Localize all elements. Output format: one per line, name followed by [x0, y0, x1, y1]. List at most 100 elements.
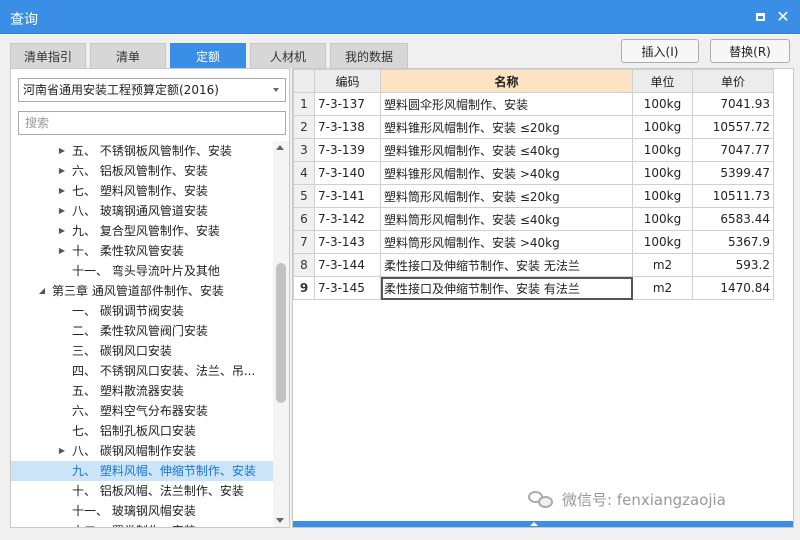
- name-cell[interactable]: 柔性接口及伸缩节制作、安装 无法兰: [380, 253, 633, 277]
- replace-button[interactable]: 替换(R): [710, 39, 790, 63]
- collapsed-arrow-icon[interactable]: ▶: [57, 241, 67, 261]
- tree-item[interactable]: 十一、 弯头导流叶片及其他: [11, 261, 273, 281]
- price-cell[interactable]: 10511.73: [692, 184, 774, 208]
- table-row[interactable]: 4 7-3-140 塑料锥形风帽制作、安装 >40kg 100kg 5399.47: [293, 161, 774, 185]
- row-number-cell[interactable]: 7: [293, 230, 315, 254]
- col-header-code[interactable]: 编码: [314, 69, 381, 93]
- tree-item[interactable]: ▶ 八、 玻璃钢通风管道安装: [11, 201, 273, 221]
- row-number-cell[interactable]: 8: [293, 253, 315, 277]
- maximize-icon[interactable]: [752, 9, 768, 25]
- collapsed-arrow-icon[interactable]: ▶: [57, 201, 67, 221]
- insert-button[interactable]: 插入(I): [621, 39, 699, 63]
- tree-item[interactable]: 一、 碳钢调节阀安装: [11, 301, 273, 321]
- unit-cell[interactable]: 100kg: [632, 207, 693, 231]
- tree-item[interactable]: 四、 不锈钢风口安装、法兰、吊...: [11, 361, 273, 381]
- search-input[interactable]: [18, 111, 286, 135]
- tree-item[interactable]: ▶ 五、 不锈钢板风管制作、安装: [11, 141, 273, 161]
- code-cell[interactable]: 7-3-137: [314, 92, 381, 116]
- table-row[interactable]: 8 7-3-144 柔性接口及伸缩节制作、安装 无法兰 m2 593.2: [293, 253, 774, 277]
- tab-labor-material-machine[interactable]: 人材机: [250, 43, 326, 68]
- collapsed-arrow-icon[interactable]: ▶: [57, 221, 67, 241]
- collapsed-arrow-icon[interactable]: ▶: [57, 181, 67, 201]
- table-row[interactable]: 6 7-3-142 塑料筒形风帽制作、安装 ≤40kg 100kg 6583.44: [293, 207, 774, 231]
- expanded-arrow-icon[interactable]: ◢: [37, 281, 47, 301]
- code-cell[interactable]: 7-3-141: [314, 184, 381, 208]
- table-row[interactable]: 2 7-3-138 塑料锥形风帽制作、安装 ≤20kg 100kg 10557.72: [293, 115, 774, 139]
- row-number-cell[interactable]: 9: [293, 276, 315, 300]
- scroll-down-icon[interactable]: [276, 518, 284, 523]
- tree-item[interactable]: ◢ 第三章 通风管道部件制作、安装: [11, 281, 273, 301]
- price-cell[interactable]: 10557.72: [692, 115, 774, 139]
- unit-cell[interactable]: 100kg: [632, 184, 693, 208]
- tree-item[interactable]: 十二、 罩类制作、安装: [11, 521, 273, 527]
- code-cell[interactable]: 7-3-144: [314, 253, 381, 277]
- table-row[interactable]: 3 7-3-139 塑料锥形风帽制作、安装 ≤40kg 100kg 7047.77: [293, 138, 774, 162]
- code-cell[interactable]: 7-3-143: [314, 230, 381, 254]
- col-header-unit[interactable]: 单位: [632, 69, 693, 93]
- tree-item[interactable]: 七、 铝制孔板风口安装: [11, 421, 273, 441]
- tree-item[interactable]: 十一、 玻璃钢风帽安装: [11, 501, 273, 521]
- unit-cell[interactable]: 100kg: [632, 230, 693, 254]
- unit-cell[interactable]: 100kg: [632, 115, 693, 139]
- name-cell[interactable]: 塑料锥形风帽制作、安装 ≤40kg: [380, 138, 633, 162]
- tree-item[interactable]: ▶ 六、 铝板风管制作、安装: [11, 161, 273, 181]
- collapsed-arrow-icon[interactable]: ▶: [57, 441, 67, 461]
- tab-bill[interactable]: 清单: [90, 43, 166, 68]
- col-header-price[interactable]: 单价: [692, 69, 774, 93]
- name-cell[interactable]: 塑料筒形风帽制作、安装 >40kg: [380, 230, 633, 254]
- tree-scrollbar[interactable]: [273, 141, 289, 527]
- tab-quota[interactable]: 定额: [170, 43, 246, 68]
- col-header-name[interactable]: 名称: [380, 69, 633, 93]
- name-cell[interactable]: 柔性接口及伸缩节制作、安装 有法兰: [380, 276, 633, 300]
- tree-item[interactable]: ▶ 七、 塑料风管制作、安装: [11, 181, 273, 201]
- table-row[interactable]: 1 7-3-137 塑料圆伞形风帽制作、安装 100kg 7041.93: [293, 92, 774, 116]
- tree-item[interactable]: 九、 塑料风帽、伸缩节制作、安装: [11, 461, 273, 481]
- name-cell[interactable]: 塑料锥形风帽制作、安装 >40kg: [380, 161, 633, 185]
- scroll-thumb[interactable]: [276, 263, 286, 403]
- code-cell[interactable]: 7-3-145: [314, 276, 381, 300]
- close-icon[interactable]: ✕: [775, 9, 791, 25]
- row-number-cell[interactable]: 2: [293, 115, 315, 139]
- name-cell[interactable]: 塑料筒形风帽制作、安装 ≤20kg: [380, 184, 633, 208]
- scroll-up-icon[interactable]: [276, 145, 284, 150]
- collapsed-arrow-icon[interactable]: ▶: [57, 141, 67, 161]
- price-cell[interactable]: 1470.84: [692, 276, 774, 300]
- price-cell[interactable]: 6583.44: [692, 207, 774, 231]
- code-cell[interactable]: 7-3-140: [314, 161, 381, 185]
- name-cell[interactable]: 塑料筒形风帽制作、安装 ≤40kg: [380, 207, 633, 231]
- row-number-cell[interactable]: 3: [293, 138, 315, 162]
- price-cell[interactable]: 5367.9: [692, 230, 774, 254]
- code-cell[interactable]: 7-3-142: [314, 207, 381, 231]
- table-row[interactable]: 5 7-3-141 塑料筒形风帽制作、安装 ≤20kg 100kg 10511.73: [293, 184, 774, 208]
- tree-item[interactable]: 六、 塑料空气分布器安装: [11, 401, 273, 421]
- tab-bill-guide[interactable]: 清单指引: [10, 43, 86, 68]
- tree-item[interactable]: 二、 柔性软风管阀门安装: [11, 321, 273, 341]
- name-cell[interactable]: 塑料锥形风帽制作、安装 ≤20kg: [380, 115, 633, 139]
- table-row[interactable]: 7 7-3-143 塑料筒形风帽制作、安装 >40kg 100kg 5367.9: [293, 230, 774, 254]
- collapsed-arrow-icon[interactable]: ▶: [57, 161, 67, 181]
- tree-item[interactable]: ▶ 九、 复合型风管制作、安装: [11, 221, 273, 241]
- code-cell[interactable]: 7-3-139: [314, 138, 381, 162]
- tree-item[interactable]: 十、 铝板风帽、法兰制作、安装: [11, 481, 273, 501]
- code-cell[interactable]: 7-3-138: [314, 115, 381, 139]
- tree-item[interactable]: ▶ 十、 柔性软风管安装: [11, 241, 273, 261]
- row-number-cell[interactable]: 4: [293, 161, 315, 185]
- name-cell[interactable]: 塑料圆伞形风帽制作、安装: [380, 92, 633, 116]
- tree-item[interactable]: 三、 碳钢风口安装: [11, 341, 273, 361]
- row-number-cell[interactable]: 6: [293, 207, 315, 231]
- unit-cell[interactable]: 100kg: [632, 138, 693, 162]
- unit-cell[interactable]: 100kg: [632, 161, 693, 185]
- price-cell[interactable]: 593.2: [692, 253, 774, 277]
- price-cell[interactable]: 7047.77: [692, 138, 774, 162]
- table-row[interactable]: 9 7-3-145 柔性接口及伸缩节制作、安装 有法兰 m2 1470.84: [293, 276, 774, 300]
- tree-item[interactable]: ▶ 八、 碳钢风帽制作安装: [11, 441, 273, 461]
- scroll-expand-icon[interactable]: [517, 521, 551, 527]
- unit-cell[interactable]: m2: [632, 276, 693, 300]
- tree-item[interactable]: 五、 塑料散流器安装: [11, 381, 273, 401]
- price-cell[interactable]: 5399.47: [692, 161, 774, 185]
- quota-library-select[interactable]: 河南省通用安装工程预算定额(2016): [18, 78, 286, 102]
- price-cell[interactable]: 7041.93: [692, 92, 774, 116]
- unit-cell[interactable]: 100kg: [632, 92, 693, 116]
- row-number-cell[interactable]: 5: [293, 184, 315, 208]
- unit-cell[interactable]: m2: [632, 253, 693, 277]
